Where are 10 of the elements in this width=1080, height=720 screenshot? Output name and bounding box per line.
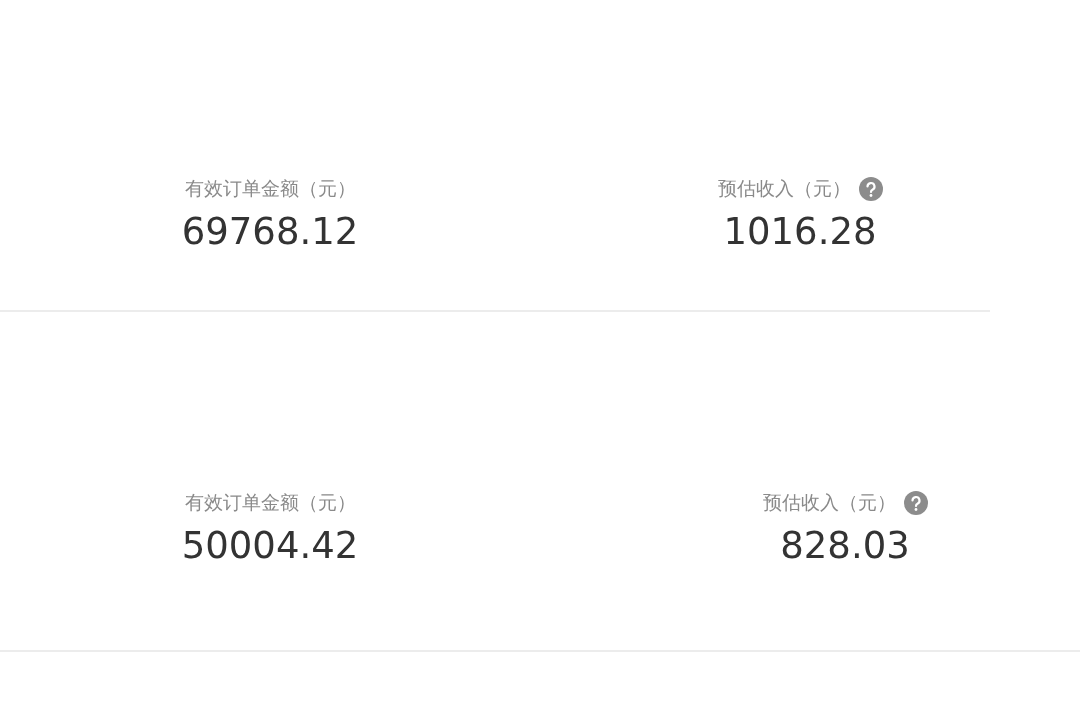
help-icon[interactable] <box>903 491 928 515</box>
help-icon[interactable] <box>858 177 883 201</box>
stat-value: 69768.12 <box>181 210 359 253</box>
stat-label: 预估收入（元） <box>762 490 896 515</box>
stat-value: 1016.28 <box>723 210 877 253</box>
stat-value: 828.03 <box>780 524 910 567</box>
stat-label: 有效订单金额（元） <box>184 176 356 201</box>
stat-label: 预估收入（元） <box>717 176 851 201</box>
stat-label: 有效订单金额（元） <box>184 490 356 515</box>
stat-value: 50004.42 <box>181 524 359 567</box>
